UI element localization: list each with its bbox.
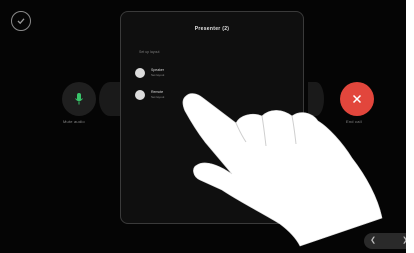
option-title: Remote bbox=[151, 90, 164, 94]
check-circle-icon[interactable] bbox=[11, 11, 31, 31]
layout-option-remote[interactable]: Remote Set layout bbox=[135, 90, 215, 104]
chevron-right-icon[interactable]: ❯ bbox=[400, 236, 406, 246]
mute-audio-label: Mute audio bbox=[63, 119, 85, 124]
hidden-control-button[interactable] bbox=[99, 82, 121, 116]
touch-screen: Mute audio End call Presenter (2) Set up… bbox=[0, 0, 406, 253]
navigation-pill: ❮ ❯ bbox=[364, 233, 406, 249]
chevron-left-icon[interactable]: ❮ bbox=[368, 236, 378, 246]
hidden-control-button[interactable] bbox=[308, 82, 324, 116]
end-call-button[interactable] bbox=[340, 82, 374, 116]
option-subtitle: Set layout bbox=[151, 73, 165, 77]
radio-icon bbox=[135, 68, 145, 78]
microphone-icon bbox=[75, 93, 83, 105]
panel-title: Presenter (2) bbox=[194, 26, 230, 32]
close-icon bbox=[352, 94, 362, 104]
radio-icon bbox=[135, 90, 145, 100]
presenter-panel: Presenter (2) Set up layout Speaker Set … bbox=[120, 11, 304, 224]
option-title: Speaker bbox=[151, 68, 165, 72]
section-label: Set up layout bbox=[139, 50, 160, 54]
end-call-label: End call bbox=[346, 119, 362, 124]
layout-option-speaker[interactable]: Speaker Set layout bbox=[135, 68, 215, 82]
option-subtitle: Set layout bbox=[151, 95, 165, 99]
mute-audio-button[interactable] bbox=[62, 82, 96, 116]
